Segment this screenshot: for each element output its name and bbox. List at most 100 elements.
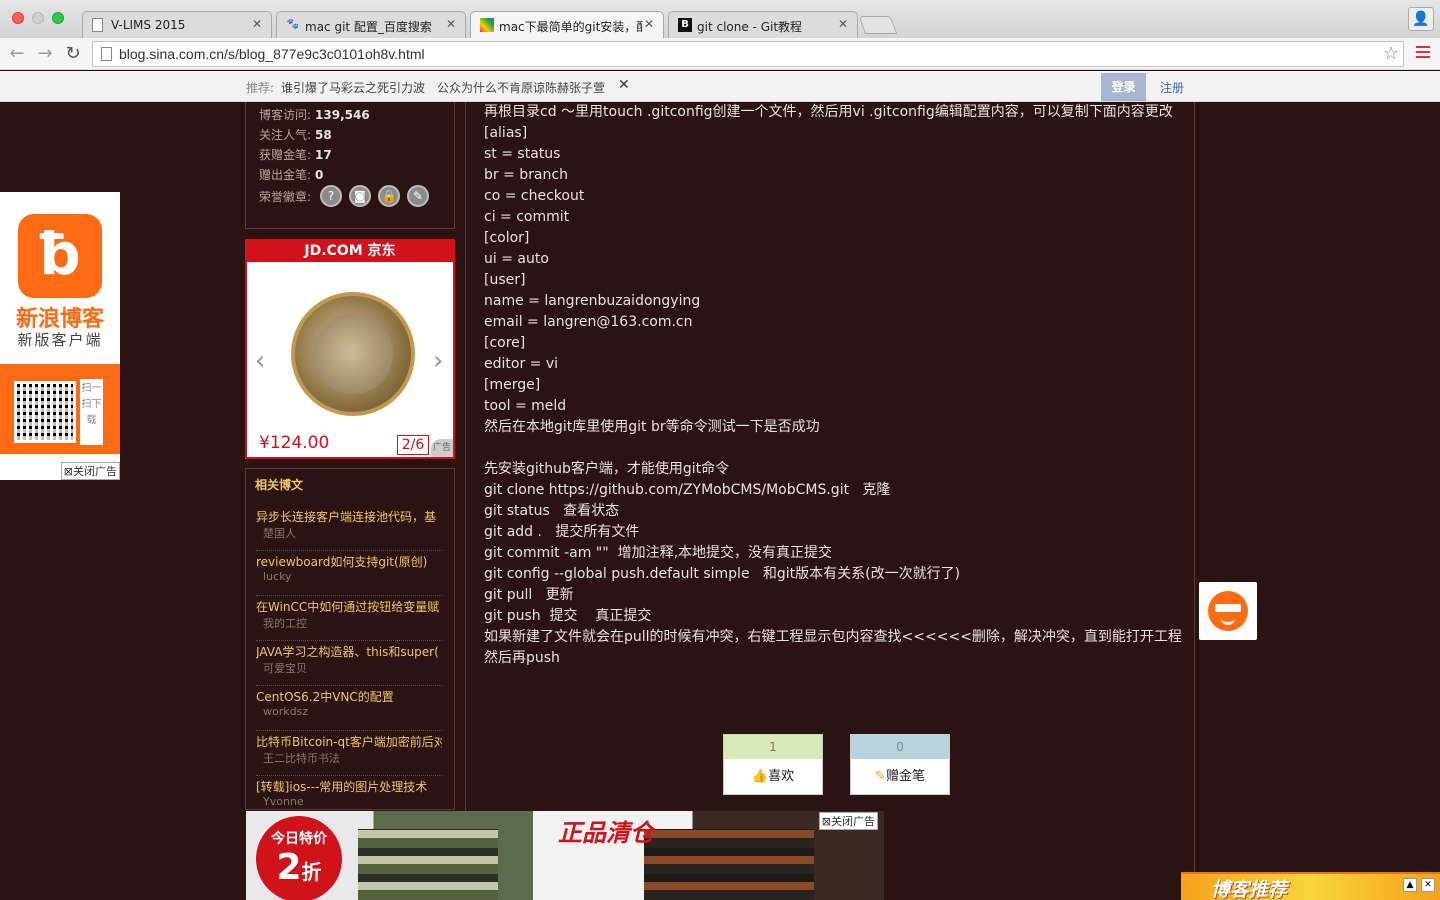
reload-icon[interactable]: ↻ — [62, 43, 84, 65]
window-close-button[interactable] — [12, 12, 24, 24]
list-item[interactable]: 在WinCC中如何通过按钮给变量赋 我的工控 — [256, 597, 442, 641]
related-post-author[interactable]: Yvonne — [263, 795, 304, 808]
news-link[interactable]: 谁引爆了马彩云之死引力波 — [281, 79, 425, 96]
article-line: [merge] — [484, 377, 541, 393]
article-line: git push 提交 真正提交 — [484, 608, 652, 624]
stat-pens-received: 获赠金笔: 17 — [259, 146, 332, 163]
tab-title: git clone - Git教程 — [697, 20, 803, 34]
recommend-label: 推荐: — [246, 81, 275, 95]
close-icon[interactable]: ✕ — [1421, 878, 1435, 892]
like-label: 👍喜欢 — [724, 759, 822, 795]
browser-toolbar: ← → ↻ blog.sina.com.cn/s/blog_877e9c3c01… — [0, 38, 1440, 70]
related-post-title[interactable]: [转载]ios---常用的图片处理技术 — [256, 778, 442, 795]
sale-badge: 今日特价 2折 — [256, 816, 342, 900]
related-post-title[interactable]: 比特币Bitcoin-qt客户端加密前后对 — [256, 733, 442, 750]
article-line: 然后在本地git库里使用git br等命令测试一下是否成功 — [484, 419, 820, 435]
b-icon: B — [678, 18, 692, 32]
new-tab-button[interactable] — [858, 16, 898, 34]
related-post-author[interactable]: 我的工控 — [263, 615, 307, 631]
stat-value: 139,546 — [315, 108, 370, 122]
related-post-author[interactable]: 可爱宝贝 — [263, 660, 307, 676]
stat-followers: 关注人气: 58 — [259, 126, 332, 143]
back-arrow-icon[interactable]: ← — [6, 43, 28, 65]
list-item[interactable]: JAVA学习之构造器、this和super( 可爱宝贝 — [256, 642, 442, 686]
news-link[interactable]: 公众为什么不肯原谅陈赫张子萱 — [437, 79, 605, 96]
forward-arrow-icon[interactable]: → — [34, 43, 56, 65]
article-line: git add . 提交所有文件 — [484, 524, 640, 540]
gift-pen-button[interactable]: 0 ✎赠金笔 — [850, 734, 950, 795]
baidu-icon: 🐾 — [286, 19, 300, 30]
ad-headline: 正品清仓 — [558, 819, 654, 847]
article-body: 再根目录cd ～里用touch .gitconfig创建一个文件，然后用vi .… — [484, 102, 1184, 669]
article-line: st = status — [484, 146, 561, 162]
qr-code-icon — [14, 381, 76, 443]
address-bar[interactable]: blog.sina.com.cn/s/blog_877e9c3c0101oh8v… — [92, 41, 1404, 67]
tab-close-icon[interactable]: ✕ — [644, 17, 654, 31]
gift-count: 0 — [851, 735, 949, 759]
list-item[interactable]: reviewboard如何支持git(原创) lucky — [256, 552, 442, 596]
profile-icon[interactable]: 👤 — [1408, 7, 1434, 31]
article-line: [core] — [484, 335, 526, 351]
related-post-title[interactable]: 在WinCC中如何通过按钮给变量赋 — [256, 598, 442, 615]
blog-recommend-bar[interactable]: 博客推荐 ▲ ✕ — [1181, 872, 1440, 900]
article-line: 如果新建了文件就会在pull的时候有冲突，右键工程显示包内容查找<<<<<<删除… — [484, 629, 1182, 645]
window-maximize-button[interactable] — [52, 12, 64, 24]
register-link[interactable]: 注册 — [1160, 79, 1184, 96]
close-ad-button[interactable]: ⊠关闭广告 — [818, 812, 878, 830]
window-minimize-button[interactable] — [32, 12, 44, 24]
list-item[interactable]: CentOS6.2中VNC的配置 workdsz — [256, 687, 442, 731]
bookmark-star-icon[interactable]: ☆ — [1383, 43, 1399, 64]
chevron-left-icon[interactable]: ‹ — [255, 346, 265, 376]
browser-tab-git-clone[interactable]: B git clone - Git教程 ✕ — [668, 11, 858, 38]
article-line: [alias] — [484, 125, 528, 141]
browser-tab-sina-blog[interactable]: mac下最简单的git安装，配置 ✕ — [470, 11, 664, 38]
close-icon: ⊠ — [63, 465, 73, 478]
lock-badge-icon[interactable]: 🔒 — [378, 185, 400, 207]
feedback-emoji-button[interactable] — [1199, 582, 1257, 640]
camera-badge-icon[interactable]: ◙ — [349, 185, 371, 207]
related-post-title[interactable]: 异步长连接客户端连接池代码，基 — [256, 508, 442, 525]
chevron-right-icon[interactable]: › — [433, 346, 443, 376]
stat-value: 17 — [315, 148, 332, 162]
list-item[interactable]: 异步长连接客户端连接池代码，基 楚国人 — [256, 507, 442, 551]
sina-blog-logo-icon: ƀ — [18, 214, 102, 298]
stat-value: 0 — [315, 168, 324, 182]
browser-tab-baidu[interactable]: 🐾 mac git 配置_百度搜索 ✕ — [276, 11, 466, 38]
question-badge-icon[interactable]: ? — [320, 185, 342, 207]
browser-tab-vlims[interactable]: V-LIMS 2015 ✕ — [82, 11, 272, 38]
scan-label: 扫一扫下载 — [80, 379, 103, 445]
badge-line: 今日特价 — [271, 831, 327, 847]
related-post-author[interactable]: 王二比特币书法 — [263, 750, 340, 766]
close-icon[interactable]: ✕ — [618, 77, 630, 93]
related-post-author[interactable]: workdsz — [263, 705, 308, 718]
related-title: 相关博文 — [255, 478, 304, 492]
thumbs-up-icon: 👍 — [751, 769, 769, 784]
pen-badge-icon[interactable]: ✎ — [407, 185, 429, 207]
menu-icon[interactable] — [1416, 46, 1430, 60]
tab-close-icon[interactable]: ✕ — [446, 17, 456, 31]
sina-app-promo[interactable]: ƀ 新浪博客 新版客户端 扫一扫下载 ⊠关闭广告 — [0, 192, 120, 480]
collapse-icon[interactable]: ▲ — [1403, 878, 1417, 892]
login-button[interactable]: 登录 — [1101, 73, 1146, 101]
badge-discount: 2折 — [256, 848, 342, 892]
related-post-title[interactable]: JAVA学习之构造器、this和super( — [256, 643, 442, 660]
list-item[interactable]: 比特币Bitcoin-qt客户端加密前后对 王二比特币书法 — [256, 732, 442, 776]
close-ad-button[interactable]: ⊠关闭广告 — [60, 462, 120, 480]
related-post-author[interactable]: 楚国人 — [263, 525, 296, 541]
discount-unit: 折 — [301, 860, 322, 884]
related-post-author[interactable]: lucky — [263, 570, 292, 583]
commemorative-coin-image[interactable] — [291, 292, 415, 416]
clothing-advertisement[interactable]: 今日特价 2折 正品清仓 ⊠关闭广告 — [246, 811, 884, 900]
tab-close-icon[interactable]: ✕ — [838, 17, 848, 31]
article-line: co = checkout — [484, 188, 585, 204]
article-line: ui = auto — [484, 251, 549, 267]
like-button[interactable]: 1 👍喜欢 — [723, 734, 823, 795]
browser-titlebar: V-LIMS 2015 ✕ 🐾 mac git 配置_百度搜索 ✕ mac下最简… — [0, 0, 1440, 38]
related-post-title[interactable]: CentOS6.2中VNC的配置 — [256, 688, 442, 705]
jd-advertisement[interactable]: JD.COM 京东 ‹ › ¥124.00 2/6 广告 — [245, 239, 455, 459]
tab-close-icon[interactable]: ✕ — [252, 17, 262, 31]
stat-label: 博客访问: — [259, 108, 312, 122]
related-post-title[interactable]: reviewboard如何支持git(原创) — [256, 553, 442, 570]
stat-pens-given: 赠出金笔: 0 — [259, 166, 323, 183]
url-text: blog.sina.com.cn/s/blog_877e9c3c0101oh8v… — [119, 46, 425, 62]
